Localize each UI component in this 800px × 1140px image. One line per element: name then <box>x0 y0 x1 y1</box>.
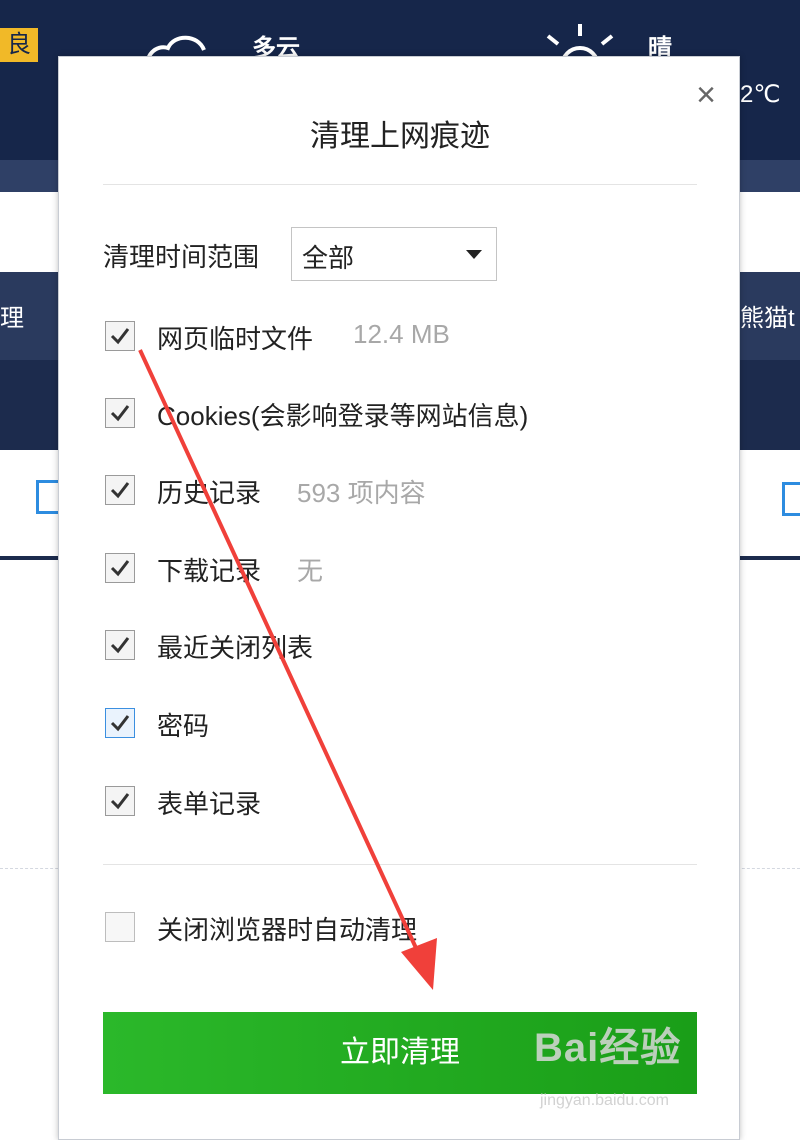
dialog-title: 清理上网痕迹 <box>310 120 490 153</box>
title-divider <box>103 184 697 185</box>
option-count: 无 <box>297 556 324 586</box>
checkbox-passwords[interactable] <box>105 708 135 738</box>
close-button[interactable]: × <box>689 75 723 115</box>
option-label: 最近关闭列表 <box>157 633 314 663</box>
checkbox-form-data[interactable] <box>105 786 135 816</box>
option-label: 网页临时文件 <box>157 324 314 354</box>
option-label: 历史记录 <box>157 478 262 508</box>
air-quality-badge: 良 <box>0 28 38 62</box>
baidu-watermark: Bai经验 <box>534 1026 682 1070</box>
option-label: 下载记录 <box>157 556 262 586</box>
checkbox-recently-closed[interactable] <box>105 630 135 660</box>
temperature-readout: 2℃ <box>740 81 781 108</box>
nav-item-left[interactable]: 理 <box>0 298 24 333</box>
options-divider <box>103 864 697 865</box>
time-range-label: 清理时间范围 <box>103 242 260 272</box>
checkbox-temp-files[interactable] <box>105 321 135 351</box>
checkbox-downloads[interactable] <box>105 553 135 583</box>
clear-browsing-dialog: × 清理上网痕迹 清理时间范围 全部 网页临时文件 12.4 MB Cookie… <box>58 56 740 1140</box>
watermark-url: jingyan.baidu.com <box>540 1092 669 1109</box>
option-label: 关闭浏览器时自动清理 <box>157 915 418 945</box>
option-count: 593 项内容 <box>297 478 426 508</box>
checkbox-history[interactable] <box>105 475 135 505</box>
checkbox-auto-clean[interactable] <box>105 912 135 942</box>
chevron-down-icon <box>466 250 482 259</box>
home-icon[interactable] <box>782 482 800 516</box>
option-label: 密码 <box>157 711 210 741</box>
option-label: Cookies(会影响登录等网站信息) <box>157 401 529 431</box>
time-range-value: 全部 <box>302 243 355 273</box>
checkbox-cookies[interactable] <box>105 398 135 428</box>
option-label: 表单记录 <box>157 789 262 819</box>
option-size: 12.4 MB <box>353 319 450 349</box>
time-range-select[interactable]: 全部 <box>291 227 497 281</box>
nav-item-right[interactable]: 熊猫t <box>740 298 795 333</box>
